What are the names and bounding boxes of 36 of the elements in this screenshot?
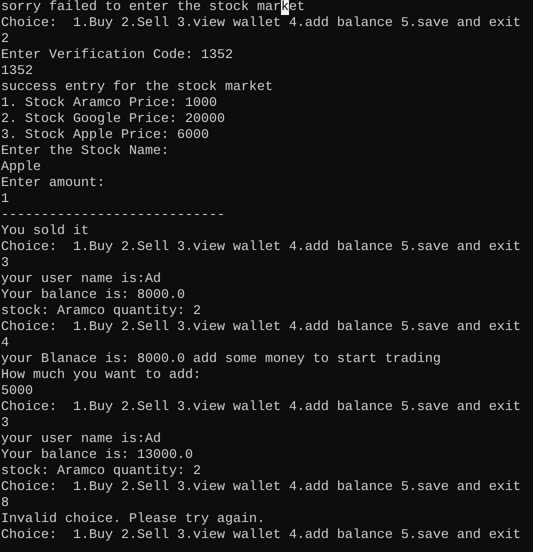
console-line: 1 [1, 192, 9, 208]
console-line: 3. Stock Apple Price: 6000 [1, 128, 209, 144]
console-line: You sold it [1, 224, 89, 240]
console-line: Enter Verification Code: 1352 [1, 48, 233, 64]
console-line: stock: Aramco quantity: 2 [1, 464, 201, 480]
console-line: Invalid choice. Please try again. [1, 512, 265, 528]
console-line: 1352 [1, 64, 33, 80]
console-line: 3 [1, 256, 9, 272]
console-line: Enter amount: [1, 176, 105, 192]
console-line: success entry for the stock market [1, 80, 273, 96]
console-line: 5000 [1, 384, 33, 400]
console-line: Your balance is: 13000.0 [1, 448, 193, 464]
console-line: 2 [1, 32, 9, 48]
console-line: 2. Stock Google Price: 20000 [1, 112, 225, 128]
console-text: sorry failed to enter the stock mar [1, 0, 281, 15]
console-line: 4 [1, 336, 9, 352]
console-line: 3 [1, 416, 9, 432]
console-line: How much you want to add: [1, 368, 201, 384]
console-line: your user name is:Ad [1, 432, 161, 448]
console-line: your Blanace is: 8000.0 add some money to start trading [1, 352, 441, 368]
console-line: Apple [1, 160, 41, 176]
console-line: Choice: 1.Buy 2.Sell 3.view wallet 4.add balance 5.save and exit [1, 16, 521, 32]
console-line: your user name is:Ad [1, 272, 161, 288]
text-cursor: k [280, 0, 289, 15]
console-line: Choice: 1.Buy 2.Sell 3.view wallet 4.add balance 5.save and exit [1, 480, 521, 496]
console-line: Choice: 1.Buy 2.Sell 3.view wallet 4.add balance 5.save and exit [1, 240, 521, 256]
console-line: Enter the Stock Name: [1, 144, 169, 160]
console-line: stock: Aramco quantity: 2 [1, 304, 201, 320]
console-line: Choice: 1.Buy 2.Sell 3.view wallet 4.add balance 5.save and exit [1, 320, 521, 336]
console-line: Your balance is: 8000.0 [1, 288, 185, 304]
console-line: 1. Stock Aramco Price: 1000 [1, 96, 217, 112]
console-line: ---------------------------- [1, 208, 225, 224]
console-text: et [288, 0, 305, 15]
console-line: Choice: 1.Buy 2.Sell 3.view wallet 4.add balance 5.save and exit [1, 528, 521, 544]
console-line: Choice: 1.Buy 2.Sell 3.view wallet 4.add balance 5.save and exit [1, 400, 521, 416]
console-line: 8 [1, 496, 9, 512]
